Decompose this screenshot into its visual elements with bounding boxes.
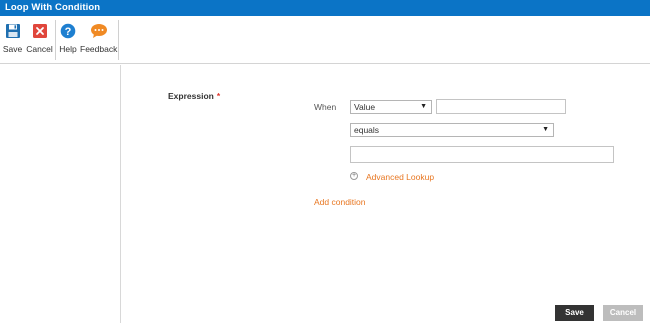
toolbar: Save Cancel ? Help Feedback bbox=[0, 16, 650, 64]
title-bar: Loop With Condition bbox=[0, 0, 650, 16]
window-title: Loop With Condition bbox=[5, 2, 101, 13]
toolbar-feedback-label: Feedback bbox=[80, 44, 118, 54]
save-icon bbox=[6, 24, 20, 38]
save-button[interactable]: Save bbox=[555, 305, 594, 321]
advanced-lookup-label: Advanced Lookup bbox=[366, 172, 435, 182]
when-label: When bbox=[314, 102, 337, 112]
toolbar-feedback-button[interactable]: Feedback bbox=[80, 16, 117, 64]
main-content: Expression * When Value ▼ equals ▼ + Adva… bbox=[121, 65, 650, 323]
required-marker: * bbox=[216, 91, 221, 101]
cancel-button[interactable]: Cancel bbox=[603, 305, 643, 321]
help-icon: ? bbox=[60, 23, 76, 39]
toolbar-cancel-label: Cancel bbox=[26, 44, 53, 54]
expression-label: Expression * bbox=[168, 91, 220, 101]
left-panel bbox=[0, 65, 121, 323]
expression-label-text: Expression bbox=[168, 91, 214, 101]
toolbar-save-button[interactable]: Save bbox=[0, 16, 25, 64]
toolbar-help-button[interactable]: ? Help bbox=[56, 16, 80, 64]
rhs-value-input[interactable] bbox=[350, 146, 614, 163]
toolbar-save-label: Save bbox=[2, 44, 23, 54]
operator-select[interactable]: equals ▼ bbox=[350, 123, 554, 137]
feedback-chat-icon bbox=[91, 24, 107, 38]
svg-text:?: ? bbox=[65, 26, 72, 38]
lhs-type-select-value: Value bbox=[354, 102, 376, 112]
toolbar-help-label: Help bbox=[59, 44, 77, 54]
lhs-type-select[interactable]: Value ▼ bbox=[350, 100, 432, 114]
toolbar-separator bbox=[118, 20, 119, 60]
toolbar-cancel-button[interactable]: Cancel bbox=[25, 16, 54, 64]
dropdown-arrow-icon: ▼ bbox=[542, 126, 549, 133]
dropdown-arrow-icon: ▼ bbox=[420, 103, 427, 110]
operator-select-value: equals bbox=[354, 125, 380, 135]
plus-circle-icon: + bbox=[350, 172, 358, 180]
close-icon bbox=[33, 24, 47, 38]
add-condition-link[interactable]: Add condition bbox=[314, 197, 366, 207]
lhs-value-input[interactable] bbox=[436, 99, 566, 114]
